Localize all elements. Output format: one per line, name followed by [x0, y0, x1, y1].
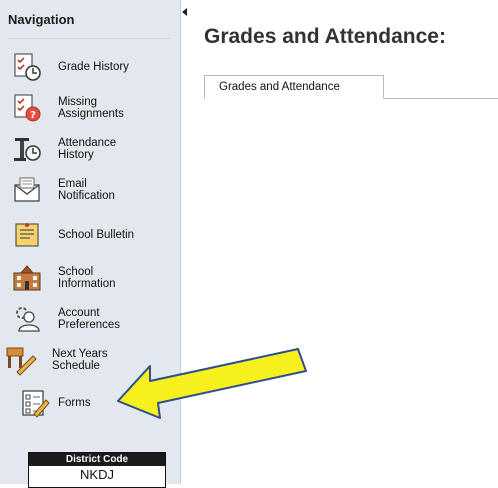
- svg-text:?: ?: [30, 110, 36, 121]
- label-line: School: [58, 266, 94, 278]
- email-icon: [10, 173, 44, 207]
- attendance-history-icon: [10, 132, 44, 166]
- sidebar-item-label: Account Preferences: [58, 307, 120, 331]
- label-line: Missing: [58, 96, 97, 108]
- page-title: Grades and Attendance:: [204, 25, 446, 48]
- sidebar-item-label: School Information: [58, 266, 116, 290]
- label-line: Information: [58, 278, 116, 290]
- sidebar-item-next-years-schedule[interactable]: Next Years Schedule: [6, 340, 175, 380]
- nav-title: Navigation: [8, 12, 75, 27]
- sidebar-item-email-notification[interactable]: Email Notification: [10, 170, 175, 210]
- nav-divider: [8, 38, 170, 39]
- sidebar-item-grade-history[interactable]: Grade History: [10, 47, 175, 87]
- sidebar-item-label: Next Years Schedule: [52, 348, 108, 372]
- sidebar-item-forms[interactable]: Forms: [18, 383, 183, 423]
- sidebar-item-label: Grade History: [58, 61, 129, 73]
- sidebar-item-missing-assignments[interactable]: ? Missing Assignments: [10, 88, 175, 128]
- account-preferences-icon: [10, 302, 44, 336]
- sidebar-item-label: Email Notification: [58, 178, 115, 202]
- sidebar-item-school-information[interactable]: School Information: [10, 258, 175, 298]
- grade-history-icon: [10, 50, 44, 84]
- district-code-box: District Code NKDJ: [28, 452, 166, 488]
- label-line: Preferences: [58, 319, 121, 331]
- sidebar: Navigation Grade History ? Missing Assig…: [0, 0, 183, 488]
- label-line: Grade History: [58, 61, 129, 73]
- label-line: History: [58, 149, 94, 161]
- schedule-icon: [4, 343, 38, 377]
- label-line: School Bulletin: [58, 229, 135, 241]
- label-line: Schedule: [52, 360, 100, 372]
- district-code-value: NKDJ: [80, 467, 114, 482]
- label-line: Next Years: [52, 348, 108, 360]
- sidebar-item-label: Missing Assignments: [58, 96, 124, 120]
- sidebar-item-attendance-history[interactable]: Attendance History: [10, 129, 175, 169]
- label-line: Account: [58, 307, 100, 319]
- label-line: Attendance: [58, 137, 117, 149]
- label-line: Email: [58, 178, 87, 190]
- tab-grades-and-attendance[interactable]: Grades and Attendance: [204, 75, 384, 99]
- sidebar-item-account-preferences[interactable]: Account Preferences: [10, 299, 175, 339]
- school-icon: [10, 261, 44, 295]
- label-line: Assignments: [58, 108, 124, 120]
- label-line: Forms: [58, 397, 91, 409]
- forms-icon: [18, 386, 52, 420]
- sidebar-item-label: School Bulletin: [58, 229, 134, 241]
- sidebar-item-label: Forms: [58, 397, 91, 409]
- sidebar-item-label: Attendance History: [58, 137, 116, 161]
- bulletin-icon: [10, 218, 44, 252]
- collapse-sidebar-icon[interactable]: [182, 8, 187, 16]
- missing-assignments-icon: ?: [10, 91, 44, 125]
- district-code-label: District Code: [29, 453, 165, 466]
- sidebar-item-school-bulletin[interactable]: School Bulletin: [10, 215, 175, 255]
- label-line: Notification: [58, 190, 115, 202]
